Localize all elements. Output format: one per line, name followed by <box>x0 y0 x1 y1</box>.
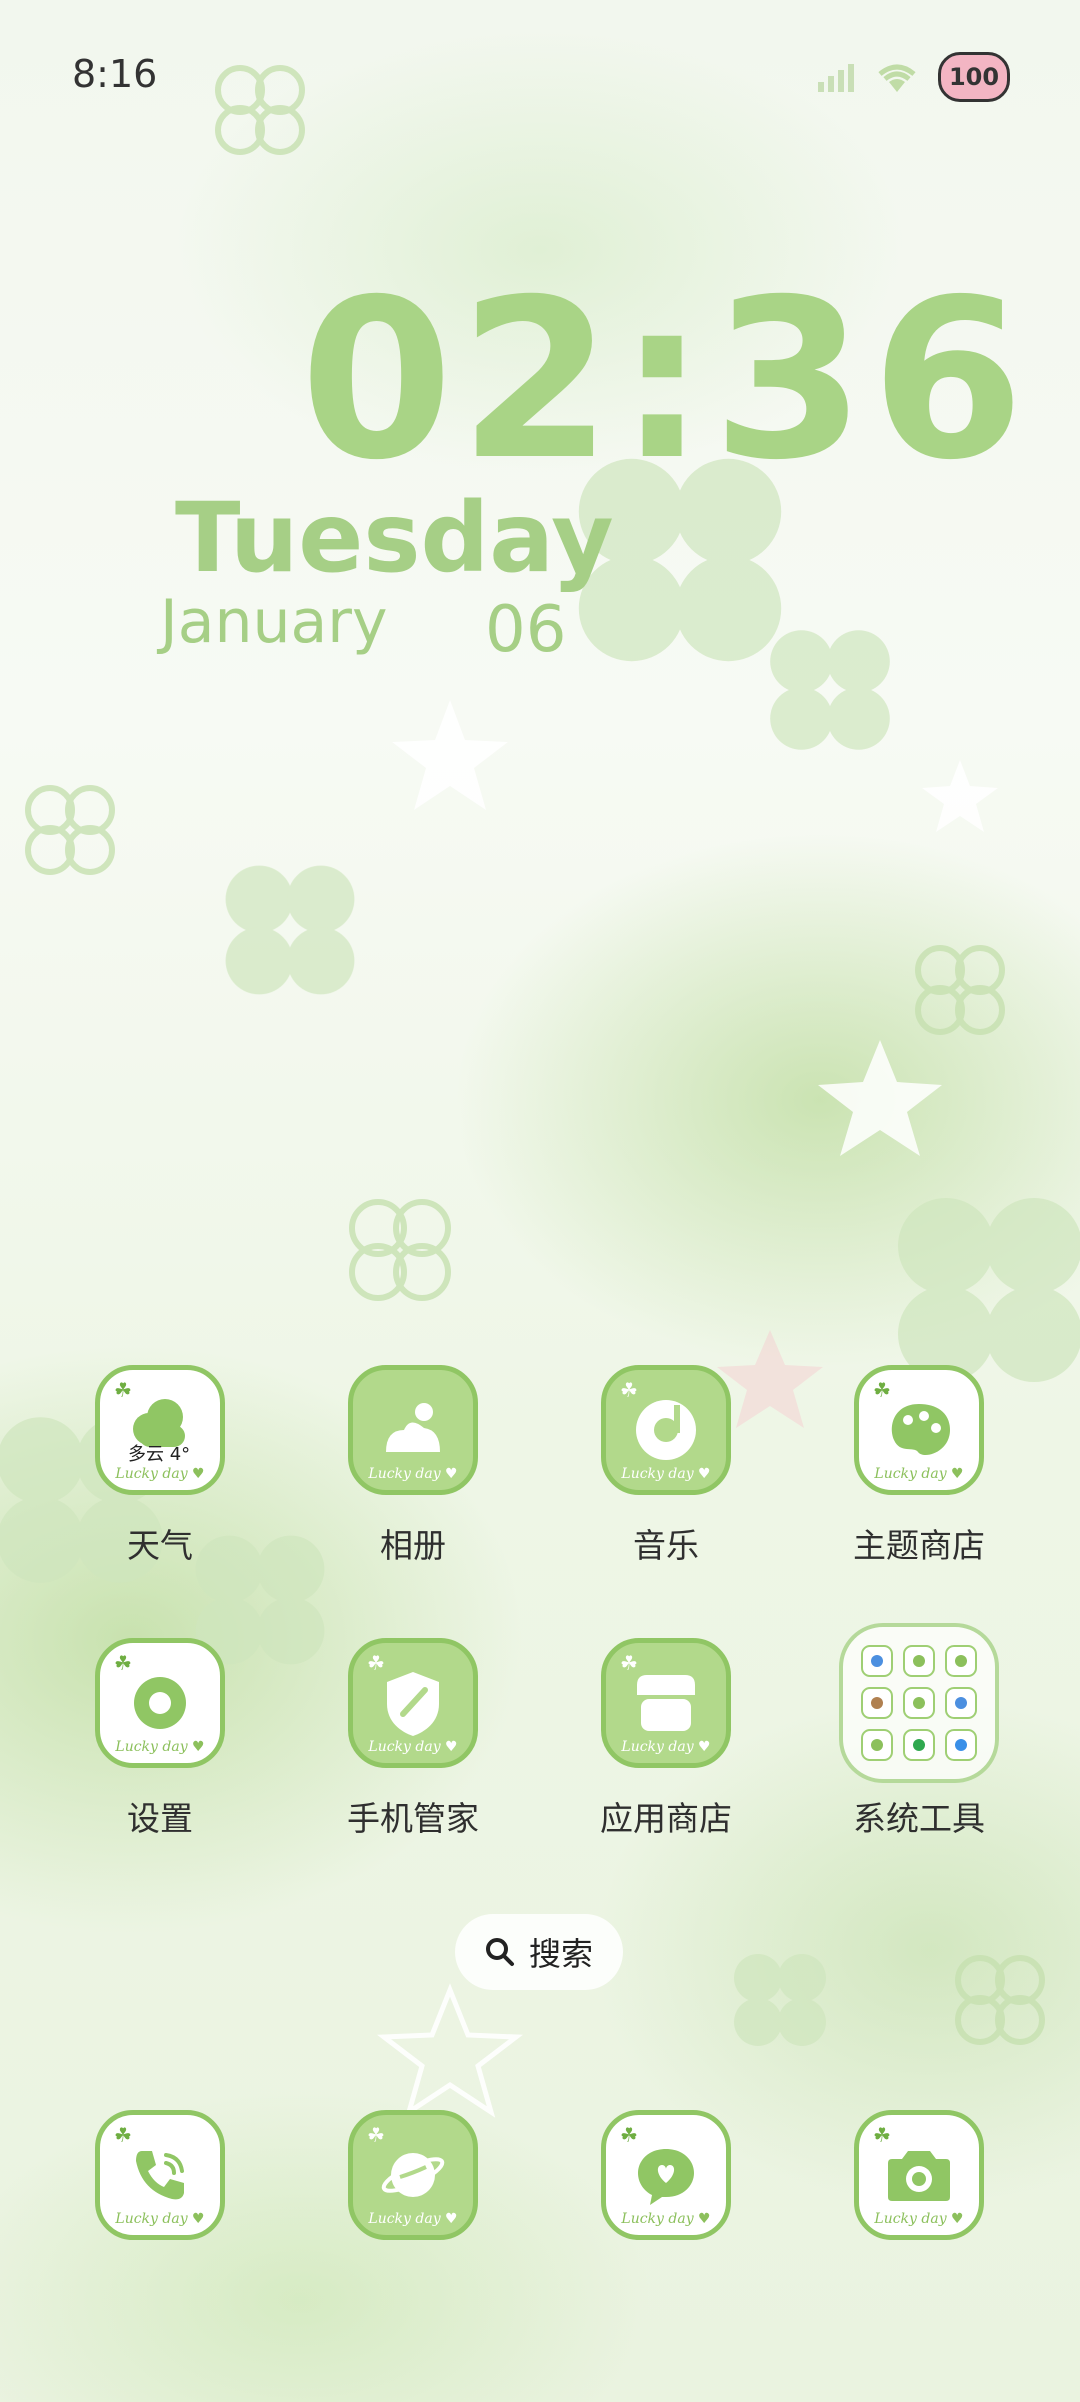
app-label: 天气 <box>127 1526 193 1565</box>
clover-icon: ☘ <box>114 1651 132 1675</box>
lucky-day-text: Lucky day ♥ <box>115 1466 205 1482</box>
app-label: 手机管家 <box>347 1799 479 1838</box>
lucky-day-text: Lucky day ♥ <box>368 1466 458 1482</box>
app-label: 音乐 <box>633 1526 699 1565</box>
app-settings[interactable]: ☘ Lucky day ♥ 设置 <box>60 1638 260 1840</box>
clock-weekday: Tuesday <box>175 482 614 594</box>
clock-month: January <box>160 587 388 657</box>
settings-gear-icon: ☘ Lucky day ♥ <box>95 1638 225 1768</box>
message-bubble-icon: ☘ Lucky day ♥ <box>601 2110 731 2240</box>
lucky-day-text: Lucky day ♥ <box>874 1466 964 1482</box>
mini-app-icon <box>861 1687 893 1719</box>
mini-app-icon <box>945 1729 977 1761</box>
gallery-icon: Lucky day ♥ <box>348 1365 478 1495</box>
app-app-store[interactable]: ☘ Lucky day ♥ 应用商店 <box>566 1638 766 1840</box>
app-theme-store[interactable]: ☘ Lucky day ♥ 主题商店 <box>819 1365 1019 1567</box>
store-icon: ☘ Lucky day ♥ <box>601 1638 731 1768</box>
clover-icon: ☘ <box>367 2123 385 2147</box>
mini-app-icon <box>861 1729 893 1761</box>
planet-browser-icon: ☘ Lucky day ♥ <box>348 2110 478 2240</box>
status-icons: 100 <box>818 52 1010 102</box>
shield-icon: ☘ Lucky day ♥ <box>348 1638 478 1768</box>
app-label: 设置 <box>127 1799 193 1838</box>
clover-icon: ☘ <box>114 2123 132 2147</box>
dock-browser[interactable]: ☘ Lucky day ♥ <box>313 2110 513 2240</box>
folder-icon <box>839 1623 999 1783</box>
status-time: 8:16 <box>72 52 158 96</box>
dock-phone[interactable]: ☘ Lucky day ♥ <box>60 2110 260 2240</box>
search-icon <box>485 1938 514 1966</box>
mini-app-icon <box>861 1645 893 1677</box>
clover-icon: ☘ <box>620 2123 638 2147</box>
lucky-day-text: Lucky day ♥ <box>621 1466 711 1482</box>
phone-icon: ☘ Lucky day ♥ <box>95 2110 225 2240</box>
app-gallery[interactable]: Lucky day ♥ 相册 <box>313 1365 513 1567</box>
lucky-day-text: Lucky day ♥ <box>115 1739 205 1755</box>
mini-app-icon <box>903 1645 935 1677</box>
lucky-day-text: Lucky day ♥ <box>368 1739 458 1755</box>
app-phone-manager[interactable]: ☘ Lucky day ♥ 手机管家 <box>313 1638 513 1840</box>
lucky-day-text: Lucky day ♥ <box>115 2211 205 2227</box>
dock-messages[interactable]: ☘ Lucky day ♥ <box>566 2110 766 2240</box>
clover-icon: ☘ <box>620 1378 638 1402</box>
app-label: 系统工具 <box>853 1799 985 1838</box>
app-system-tools-folder[interactable]: 系统工具 <box>819 1623 1019 1840</box>
lucky-day-text: Lucky day ♥ <box>621 2211 711 2227</box>
mini-app-icon <box>945 1645 977 1677</box>
weather-cloud-icon: ☘ 多云 4° Lucky day ♥ <box>95 1365 225 1495</box>
mini-app-icon <box>903 1687 935 1719</box>
palette-icon: ☘ Lucky day ♥ <box>854 1365 984 1495</box>
app-label: 相册 <box>380 1526 446 1565</box>
clover-icon: ☘ <box>873 1378 891 1402</box>
clock-date: 06 <box>485 593 567 667</box>
wifi-icon <box>878 64 916 92</box>
app-label: 主题商店 <box>853 1526 985 1565</box>
clover-icon: ☘ <box>367 1651 385 1675</box>
signal-icon <box>818 64 854 92</box>
app-music[interactable]: ☘ Lucky day ♥ 音乐 <box>566 1365 766 1567</box>
weather-widget-text: 多云 4° <box>128 1444 191 1465</box>
app-label: 应用商店 <box>600 1799 732 1838</box>
lucky-day-text: Lucky day ♥ <box>368 2211 458 2227</box>
clover-icon: ☘ <box>620 1651 638 1675</box>
music-disc-icon: ☘ Lucky day ♥ <box>601 1365 731 1495</box>
search-label: 搜索 <box>528 1935 593 1973</box>
dock-camera[interactable]: ☘ Lucky day ♥ <box>819 2110 1019 2240</box>
search-button[interactable]: 搜索 <box>455 1914 623 1990</box>
lucky-day-text: Lucky day ♥ <box>621 1739 711 1755</box>
battery-icon: 100 <box>938 52 1010 102</box>
clover-icon: ☘ <box>114 1378 132 1402</box>
camera-icon: ☘ Lucky day ♥ <box>854 2110 984 2240</box>
mini-app-icon <box>945 1687 977 1719</box>
mini-app-icon <box>903 1729 935 1761</box>
clock-time: 02:36 <box>300 252 1031 508</box>
lucky-day-text: Lucky day ♥ <box>874 2211 964 2227</box>
clover-icon: ☘ <box>873 2123 891 2147</box>
app-weather[interactable]: ☘ 多云 4° Lucky day ♥ 天气 <box>60 1365 260 1567</box>
